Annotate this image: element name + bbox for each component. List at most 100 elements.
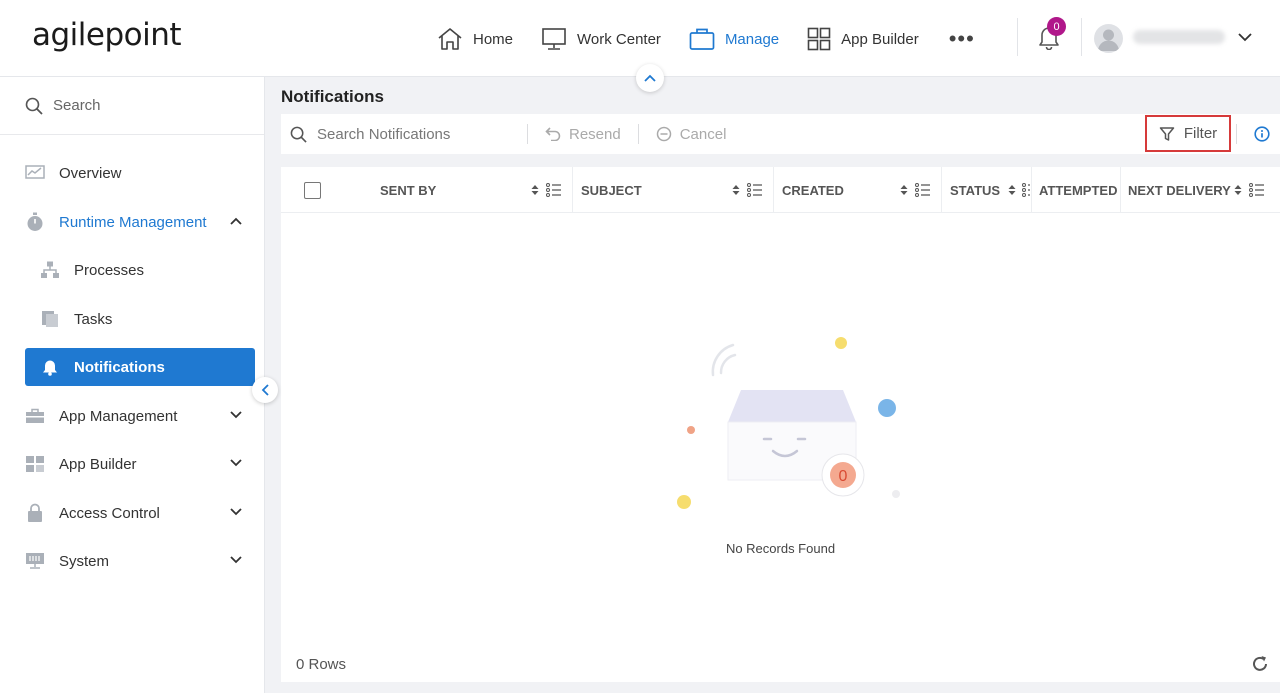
notifications-grid: SENT BY SUBJECT CREATED STATUS ATTEMPTED…	[281, 167, 1280, 682]
column-tools	[1008, 183, 1030, 197]
filter-label: Filter	[1183, 125, 1218, 142]
sort-icon[interactable]	[732, 184, 740, 196]
column-menu-icon[interactable]	[546, 183, 562, 197]
column-menu-icon[interactable]	[1249, 183, 1265, 197]
sidebar-search[interactable]: Search	[0, 77, 264, 135]
sidebar-item-system[interactable]: System	[25, 542, 255, 580]
chevron-up-icon	[230, 217, 242, 225]
hierarchy-icon	[40, 261, 60, 279]
column-divider[interactable]	[1120, 167, 1121, 213]
notification-count-badge: 0	[1047, 17, 1066, 36]
nav-home-label: Home	[473, 30, 514, 48]
empty-message: No Records Found	[725, 541, 836, 556]
column-divider[interactable]	[941, 167, 942, 213]
grid-header: SENT BY SUBJECT CREATED STATUS ATTEMPTED…	[281, 167, 1280, 213]
column-divider[interactable]	[1031, 167, 1032, 213]
header-divider	[1017, 18, 1018, 56]
sidebar-item-access-control[interactable]: Access Control	[25, 494, 255, 532]
bell-icon	[40, 358, 60, 376]
page-title: Notifications	[281, 87, 384, 106]
user-icon	[1098, 29, 1119, 51]
chevron-left-icon	[261, 384, 269, 396]
empty-count-badge: 0	[839, 468, 848, 485]
undo-icon	[545, 127, 561, 141]
column-label: ATTEMPTED	[1039, 182, 1118, 198]
filter-button[interactable]: Filter	[1145, 115, 1231, 152]
resend-button[interactable]: Resend	[528, 126, 638, 143]
sort-icon[interactable]	[1234, 184, 1242, 196]
column-divider[interactable]	[572, 167, 573, 213]
chevron-down-icon	[230, 459, 242, 467]
nav-work-center[interactable]: Work Center	[541, 27, 661, 51]
stopwatch-icon	[25, 212, 45, 232]
column-next-delivery[interactable]: NEXT DELIVERY	[1128, 167, 1231, 213]
sidebar-item-notifications[interactable]: Notifications	[25, 348, 255, 386]
nav-home[interactable]: Home	[437, 27, 513, 51]
chart-icon	[25, 165, 45, 181]
collapse-header-button[interactable]	[636, 64, 664, 92]
sidebar-item-label: Tasks	[74, 310, 113, 328]
column-created[interactable]: CREATED	[782, 167, 844, 213]
toolbar-divider	[1236, 124, 1237, 144]
cancel-label: Cancel	[679, 125, 727, 143]
home-icon	[438, 28, 462, 50]
more-menu-button[interactable]: •••	[949, 28, 975, 50]
column-tools	[900, 183, 931, 197]
top-header: agilepoint Home Work Center Manage App B…	[0, 0, 1280, 77]
filter-icon	[1159, 126, 1175, 141]
pages-icon	[40, 310, 60, 328]
column-menu-icon[interactable]	[747, 183, 763, 197]
column-label: STATUS	[950, 182, 1001, 198]
grid-icon	[807, 27, 831, 51]
collapse-sidebar-button[interactable]	[252, 377, 278, 403]
sort-icon[interactable]	[1008, 184, 1016, 196]
nav-app-builder-label: App Builder	[841, 30, 919, 48]
sidebar-search-placeholder: Search	[53, 97, 101, 114]
chevron-down-icon[interactable]	[1237, 31, 1253, 43]
nav-manage[interactable]: Manage	[689, 27, 779, 51]
column-status[interactable]: STATUS	[950, 167, 1000, 213]
info-icon[interactable]	[1254, 126, 1270, 142]
search-icon	[25, 97, 43, 115]
sidebar-item-overview[interactable]: Overview	[25, 154, 255, 192]
sidebar-item-label: Runtime Management	[59, 213, 207, 231]
search-notifications-input[interactable]: Search Notifications	[281, 126, 527, 143]
top-navigation: Home Work Center Manage App Builder •••	[437, 23, 975, 55]
column-tools	[531, 183, 562, 197]
sort-icon[interactable]	[900, 184, 908, 196]
column-label: SENT BY	[380, 182, 437, 198]
sidebar-item-label: App Management	[59, 407, 178, 425]
rows-count: 0 Rows	[296, 656, 347, 673]
refresh-icon[interactable]	[1251, 655, 1269, 673]
empty-inbox-illustration: 0	[677, 337, 900, 509]
sort-icon[interactable]	[531, 184, 539, 196]
user-avatar[interactable]	[1094, 24, 1123, 53]
grid-icon	[25, 455, 45, 473]
sidebar-item-app-management[interactable]: App Management	[25, 397, 255, 435]
agilepoint-logo[interactable]: agilepoint	[32, 17, 182, 53]
column-subject[interactable]: SUBJECT	[581, 167, 642, 213]
toolbox-icon	[25, 408, 45, 424]
sidebar-item-app-builder[interactable]: App Builder	[25, 445, 255, 483]
column-label: SUBJECT	[581, 182, 642, 198]
column-attempted[interactable]: ATTEMPTED	[1039, 167, 1117, 213]
cancel-button[interactable]: Cancel	[639, 126, 744, 143]
column-sent-by[interactable]: SENT BY	[380, 167, 436, 213]
sidebar-item-processes[interactable]: Processes	[40, 251, 255, 289]
chevron-up-icon	[644, 74, 656, 82]
monitor-icon	[542, 28, 566, 50]
sidebar-item-label: Notifications	[74, 358, 165, 376]
select-all-checkbox[interactable]	[304, 182, 321, 199]
column-menu-icon[interactable]	[1022, 183, 1030, 197]
column-menu-icon[interactable]	[915, 183, 931, 197]
column-divider[interactable]	[773, 167, 774, 213]
username-blurred[interactable]	[1133, 30, 1225, 44]
server-icon	[25, 552, 45, 570]
nav-app-builder[interactable]: App Builder	[807, 27, 919, 51]
notifications-toolbar: Search Notifications Resend Cancel Filte…	[281, 114, 1280, 154]
sidebar-item-tasks[interactable]: Tasks	[40, 300, 255, 338]
sidebar-item-label: Access Control	[59, 504, 160, 522]
sidebar-item-runtime-management[interactable]: Runtime Management	[25, 203, 255, 241]
sidebar-item-label: System	[59, 552, 110, 570]
column-tools	[732, 183, 763, 197]
